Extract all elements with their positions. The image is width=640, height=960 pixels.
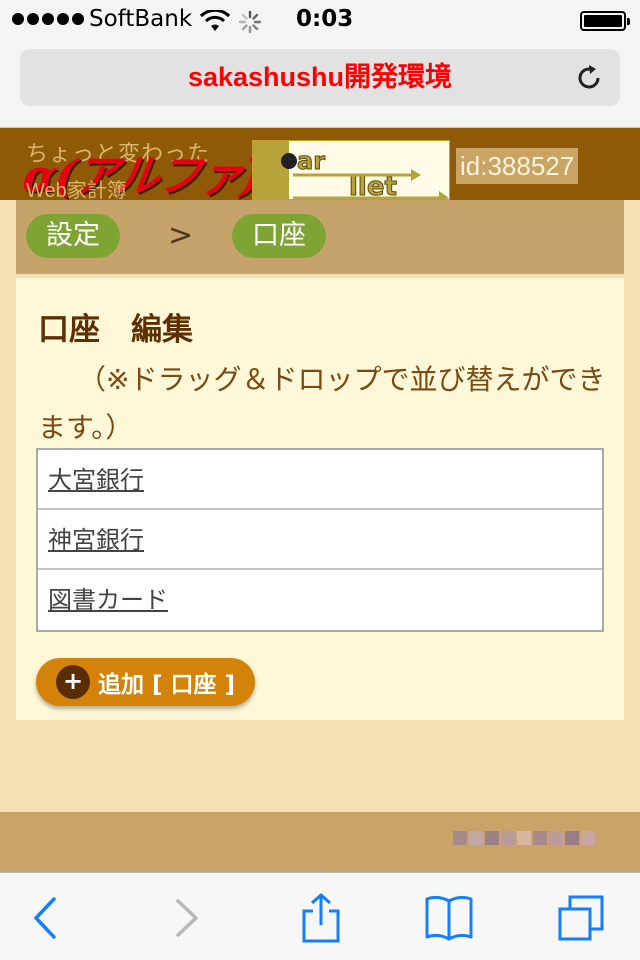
- forward-icon[interactable]: [162, 893, 212, 943]
- add-account-label: 追加 [ 口座 ]: [98, 672, 236, 698]
- page-title: sakashushu開発環境: [187, 62, 453, 92]
- breadcrumb-accounts[interactable]: 口座: [232, 214, 326, 258]
- status-time: 0:03: [296, 6, 354, 32]
- panel-heading: 口座 編集: [38, 312, 193, 348]
- plus-icon: +: [56, 665, 90, 699]
- account-row[interactable]: 大宮銀行: [38, 450, 602, 510]
- carrier-name: SoftBank: [89, 6, 193, 32]
- svg-text:ar: ar: [297, 147, 325, 175]
- footer-pixelated-text: [452, 830, 604, 858]
- account-edit-panel: 口座 編集 （※ドラッグ＆ドロップで並び替えができます。） 大宮銀行 神宮銀行 …: [16, 278, 624, 720]
- pallet-logo-graphic: ar llet: [253, 141, 449, 203]
- add-account-button[interactable]: + 追加 [ 口座 ]: [36, 658, 256, 706]
- browser-address-bar: sakashushu開発環境: [0, 40, 640, 128]
- pallet-logo[interactable]: ar llet: [252, 140, 450, 203]
- account-link[interactable]: 大宮銀行: [48, 466, 144, 494]
- account-link[interactable]: 図書カード: [48, 586, 168, 614]
- breadcrumb-separator: >: [168, 218, 194, 253]
- bookmarks-icon[interactable]: [424, 893, 474, 943]
- drag-drop-note: （※ドラッグ＆ドロップで並び替えができます。）: [38, 363, 606, 444]
- account-row[interactable]: 神宮銀行: [38, 510, 602, 570]
- loading-spinner-icon: [238, 10, 262, 34]
- wifi-icon: [200, 10, 230, 31]
- address-field[interactable]: sakashushu開発環境: [20, 49, 620, 106]
- breadcrumb: 設定 > 口座: [16, 200, 624, 274]
- tabs-icon[interactable]: [556, 893, 606, 943]
- browser-toolbar: [0, 872, 640, 960]
- status-bar: SoftBank 0:03: [0, 0, 640, 40]
- battery-icon: [580, 11, 630, 31]
- site-header: ちょっと変わった α(アルファ)版 Web家計簿 ar llet id:3885…: [0, 128, 640, 203]
- site-footer: [0, 812, 640, 872]
- breadcrumb-settings[interactable]: 設定: [26, 214, 120, 258]
- share-icon[interactable]: [296, 893, 346, 943]
- user-id-label: id:388527: [456, 148, 579, 184]
- account-list: 大宮銀行 神宮銀行 図書カード: [36, 448, 604, 632]
- account-link[interactable]: 神宮銀行: [48, 526, 144, 554]
- signal-strength-icon: [12, 13, 84, 25]
- back-icon[interactable]: [22, 893, 72, 943]
- account-row[interactable]: 図書カード: [38, 570, 602, 630]
- site-subtitle: Web家計簿: [26, 180, 127, 202]
- reload-icon[interactable]: [574, 63, 604, 93]
